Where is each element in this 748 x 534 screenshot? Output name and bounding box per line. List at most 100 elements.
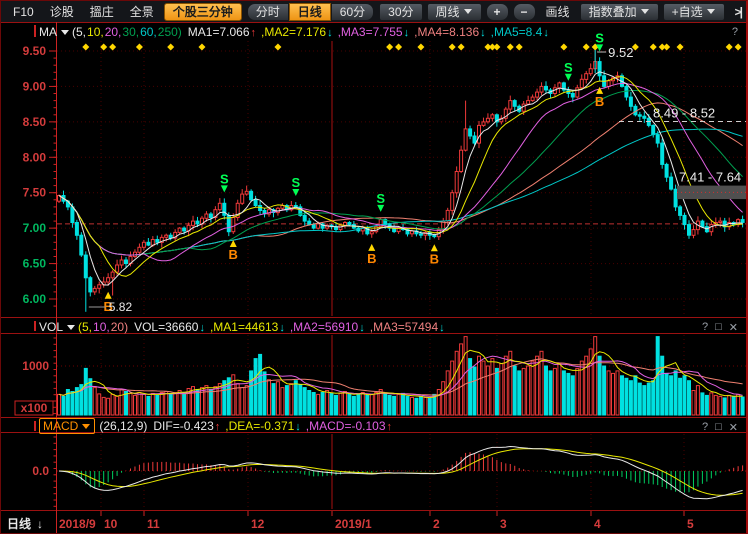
svg-text:4: 4 (594, 517, 601, 531)
price-annotations: 5.82 9.52 8.49 - 8.52 7.41 - 7.64 (89, 45, 747, 314)
arrow-down-icon: ↓ (295, 421, 301, 433)
indicator-param: 10, (87, 25, 104, 39)
vol-pane-icons: ? □ ✕ (702, 321, 738, 334)
macd-indicator-header: MACD(26,12,9)DIF=-0.423↑,DEA=-0.371↓,MAC… (39, 419, 392, 434)
svg-text:3: 3 (500, 517, 507, 531)
maximize-icon[interactable]: □ (715, 421, 722, 434)
indicator-value: ,MA4=8.136 (414, 25, 479, 39)
chevron-down-icon (707, 9, 715, 14)
indicator-param: 20, (105, 25, 122, 39)
indicator-param: 30, (122, 25, 139, 39)
svg-text:7.00: 7.00 (23, 221, 47, 235)
svg-text:6.00: 6.00 (23, 292, 47, 306)
signal-markers: SSSSSBBBBB (82, 30, 741, 313)
arrow-down-icon: ↓ (359, 322, 365, 334)
svg-text:11: 11 (147, 517, 160, 531)
macd-plot (59, 447, 743, 499)
add-watchlist-label: +自选 (672, 5, 703, 19)
period-daily[interactable]: 日线 (289, 3, 331, 21)
indicator-value: ,MA5=8.4 (491, 25, 543, 39)
toolbar: F10 诊股 搵庄 全景 个股三分钟 分时 日线 60分 30分 周线 + − … (1, 1, 746, 22)
collapse-panel-icon[interactable]: >| (735, 5, 741, 19)
close-icon[interactable]: ✕ (729, 321, 738, 334)
indicator-param: 10, (93, 320, 110, 334)
indicator-selector[interactable]: MA (39, 25, 70, 39)
svg-text:12: 12 (251, 517, 265, 531)
help-icon[interactable]: ? (702, 421, 708, 434)
candlesticks (58, 50, 745, 312)
svg-text:日线: 日线 (7, 516, 31, 531)
maximize-icon[interactable]: □ (715, 321, 722, 334)
indicator-param: 60, (140, 25, 157, 39)
period-week-label: 周线 (436, 5, 460, 19)
arrow-down-icon: ↓ (199, 322, 205, 334)
draw-line-button[interactable]: 画线 (546, 3, 570, 20)
help-icon[interactable]: ? (702, 321, 708, 334)
menu-panorama[interactable]: 全景 (130, 3, 154, 20)
indicator-param: (26,12,9) (99, 419, 147, 433)
svg-text:9.52: 9.52 (608, 45, 633, 60)
ma-indicator-header: MA(5,10,20,30,60,250)MA1=7.066↑,MA2=7.17… (39, 25, 549, 40)
indicator-selector[interactable]: MACD (39, 418, 95, 434)
indicator-value: ,MA3=57494 (370, 320, 438, 334)
svg-text:8.49 - 8.52: 8.49 - 8.52 (653, 106, 715, 121)
indicator-value: MA1=7.066 (188, 25, 250, 39)
indicator-value: ,MACD=-0.103 (306, 419, 386, 433)
indicator-selector[interactable]: VOL (39, 320, 76, 334)
period-60min[interactable]: 60分 (331, 3, 374, 21)
period-intraday[interactable]: 分时 (247, 3, 289, 21)
zoom-out-button[interactable]: − (513, 3, 536, 21)
indicator-value: ,MA2=7.176 (261, 25, 326, 39)
svg-text:S: S (220, 171, 229, 186)
arrow-down-icon: ↓ (480, 27, 486, 39)
svg-text:2: 2 (433, 517, 440, 531)
stock-3min-button[interactable]: 个股三分钟 (164, 3, 242, 21)
price-ma-lines (59, 72, 743, 285)
svg-text:S: S (291, 175, 300, 190)
stock-chart-app: F10 诊股 搵庄 全景 个股三分钟 分时 日线 60分 30分 周线 + − … (0, 0, 748, 534)
svg-text:2018/9: 2018/9 (59, 517, 96, 531)
arrow-down-icon: ↓ (439, 322, 445, 334)
svg-text:10: 10 (104, 517, 118, 531)
add-watchlist-dropdown[interactable]: +自选 (663, 3, 725, 21)
indicator-param: 20) (111, 320, 128, 334)
macd-pane-icons: ? □ ✕ (702, 421, 738, 434)
svg-text:B: B (595, 94, 604, 109)
arrow-down-icon: ↓ (404, 27, 410, 39)
chevron-down-icon (641, 9, 649, 14)
svg-text:8.50: 8.50 (23, 115, 47, 129)
zoom-in-button[interactable]: + (486, 3, 509, 21)
help-icon[interactable]: ? (732, 26, 738, 38)
svg-text:S: S (376, 191, 385, 206)
main-pane-icons: ? (732, 26, 738, 38)
svg-text:7.41 - 7.64: 7.41 - 7.64 (679, 170, 741, 185)
period-week-dropdown[interactable]: 周线 (427, 3, 482, 21)
indicator-param: (5, (72, 25, 86, 39)
svg-text:5: 5 (687, 517, 694, 531)
svg-text:7.50: 7.50 (23, 186, 47, 200)
arrow-down-icon: ↓ (543, 27, 549, 39)
indicator-value: ,DEA=-0.371 (225, 419, 294, 433)
svg-text:5.82: 5.82 (109, 300, 133, 314)
svg-text:8.00: 8.00 (23, 150, 47, 164)
svg-text:S: S (564, 60, 573, 75)
svg-text:B: B (367, 251, 376, 266)
menu-banker-detect[interactable]: 搵庄 (90, 3, 114, 20)
indicator-value: VOL=36660 (134, 320, 198, 334)
chart-canvas[interactable]: SSSSSBBBBB5.829.528.49 - 8.527.41 - 7.64… (1, 1, 748, 534)
menu-diagnose-stock[interactable]: 诊股 (50, 3, 74, 20)
menu-f10[interactable]: F10 (13, 5, 34, 19)
close-icon[interactable]: ✕ (729, 421, 738, 434)
period-30min[interactable]: 30分 (379, 3, 422, 21)
grid (57, 41, 747, 509)
indicator-value: ,MA1=44613 (210, 320, 278, 334)
svg-text:S: S (595, 30, 604, 45)
index-overlay-dropdown[interactable]: 指数叠加 (580, 3, 659, 21)
svg-text:B: B (229, 247, 238, 262)
vol-indicator-header: VOL(5,10,20)VOL=36660↓,MA1=44613↓,MA2=56… (39, 320, 445, 335)
indicator-value: ,MA3=7.755 (338, 25, 403, 39)
index-overlay-label: 指数叠加 (589, 5, 637, 19)
indicator-value: DIF=-0.423 (153, 419, 213, 433)
volume-bars (58, 337, 745, 415)
indicator-param: (5, (78, 320, 92, 334)
